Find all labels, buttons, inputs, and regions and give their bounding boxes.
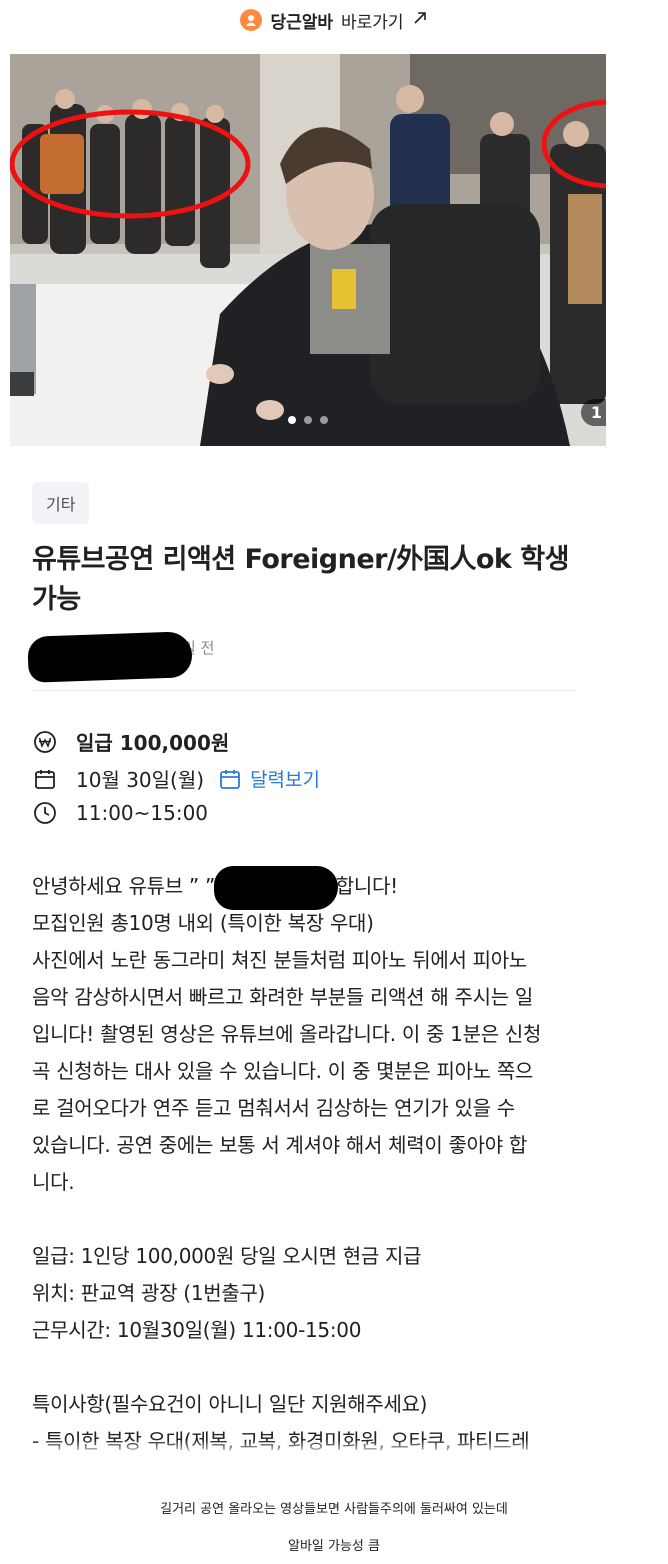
date-row: 10월 30일(월) 달력보기 [32, 764, 320, 793]
post-title: 유튜브공연 리액션 Foreigner/外国人ok 학생가능 [32, 544, 569, 615]
calendar-link-icon [218, 766, 242, 792]
content-fade [0, 1440, 668, 1456]
body-line: 일급: 1인당 100,000원 당일 오시면 현금 지급 [32, 1244, 422, 1268]
hours-row: 11:00~15:00 [32, 800, 208, 826]
caption-line-2: 알바일 가능성 큼 [288, 1539, 380, 1554]
carousel-dot-active[interactable] [288, 416, 296, 424]
body-line: 음악 감상하시면서 빠르고 화려한 부분들 리액션 해 주시는 일 [32, 985, 533, 1009]
body-line: 특이사항(필수요건이 아니니 일단 지원해주세요) [32, 1392, 428, 1416]
body-line: 근무시간: 10월30일(월) 11:00-15:00 [32, 1318, 362, 1342]
pay-label: 일급 100,000원 [76, 731, 230, 755]
daangn-logo-icon [240, 9, 263, 31]
post-body: 안녕하세요 유튜브 ” ” 보조출연 모집합니다! 모집인원 총10명 내외 (… [32, 868, 592, 1460]
carousel-dots [10, 416, 606, 424]
body-line: 입니다! 촬영된 영상은 유튜브에 올라갑니다. 이 중 1분은 신청 [32, 1022, 542, 1046]
calendar-view-link[interactable]: 달력보기 [218, 765, 320, 792]
body-line: 곡 신청하는 대사 있을 수 있습니다. 이 중 몇분은 피아노 쪽으 [32, 1059, 534, 1083]
street-performance-photo [10, 54, 606, 446]
redaction-mark [27, 631, 193, 683]
carousel-dot[interactable] [304, 416, 312, 424]
clock-icon [32, 800, 58, 826]
body-line: 모집인원 총10명 내외 (특이한 복장 우대) [32, 911, 374, 935]
brand-name: 당근알바 [270, 12, 333, 33]
calendar-icon [32, 766, 58, 792]
category-chip: 기타 [32, 482, 90, 524]
body-line: 위치: 판교역 광장 (1번출구) [32, 1281, 266, 1305]
pay-row: 일급 100,000원 [32, 727, 229, 756]
carousel-dot[interactable] [320, 416, 328, 424]
work-hours: 11:00~15:00 [76, 801, 209, 825]
external-arrow-icon [412, 10, 428, 31]
work-date: 10월 30일(월) [76, 768, 205, 792]
divider [32, 690, 576, 691]
photo-counter-badge: 1 [580, 399, 606, 426]
post-photo-carousel[interactable]: 1 [10, 54, 606, 446]
calendar-view-label: 달력보기 [250, 769, 320, 791]
caption-line-1: 길거리 공연 올라오는 영상들보면 사람들주의에 둘러싸여 있는데 [160, 1502, 508, 1517]
body-line: 로 걸어오다가 연주 듣고 멈춰서서 김상하는 연기가 있을 수 [32, 1096, 515, 1120]
shortcut-label: 바로가기 [341, 12, 404, 33]
redaction-mark [214, 866, 338, 910]
body-line: 사진에서 노란 동그라미 쳐진 분들처럼 피아노 뒤에서 피아노 [32, 948, 527, 972]
body-line: 있습니다. 공연 중에는 보통 서 계셔야 해서 체력이 좋아야 합 [32, 1133, 527, 1157]
won-icon [32, 729, 58, 755]
body-line: 니다. [32, 1170, 75, 1194]
daangn-alba-shortcut[interactable]: 당근알바 바로가기 [0, 0, 668, 40]
